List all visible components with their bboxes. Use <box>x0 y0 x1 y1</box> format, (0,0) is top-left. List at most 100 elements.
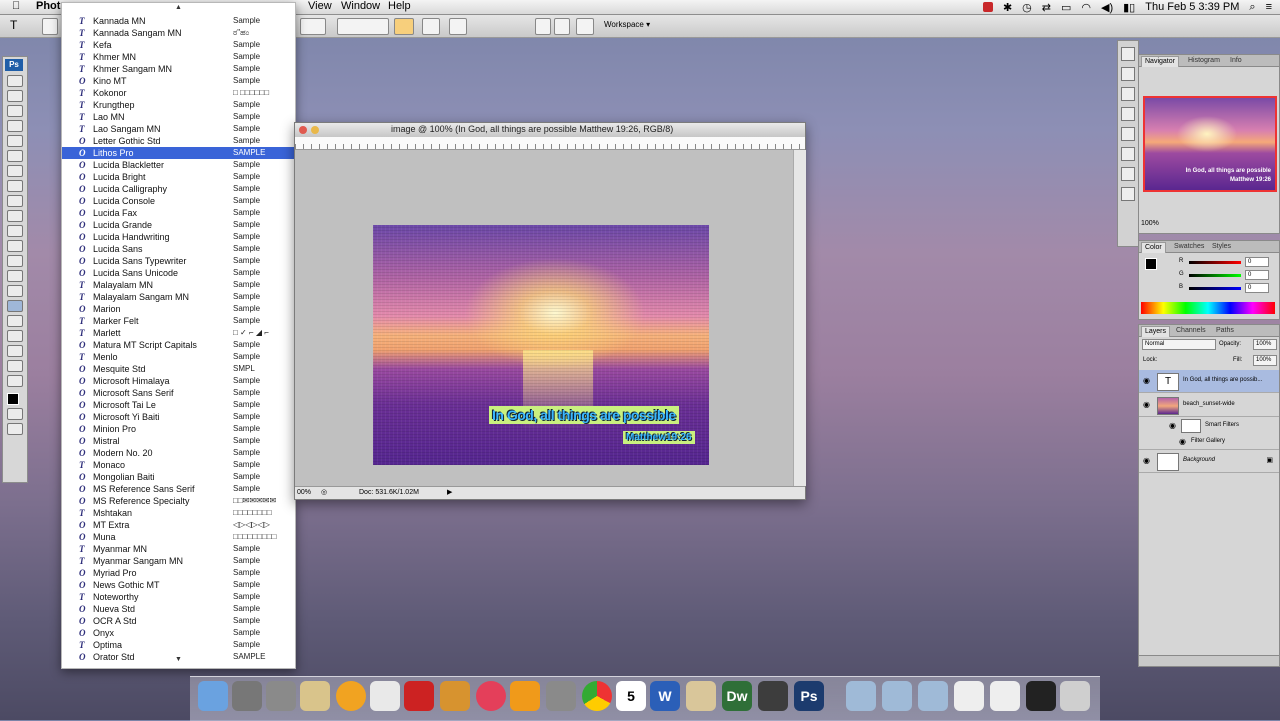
close-button[interactable] <box>299 126 307 134</box>
menu-window[interactable]: Window <box>341 0 380 12</box>
layer-row-text[interactable]: ◉ T In God, all things are possib... <box>1139 370 1279 393</box>
list-icon[interactable]: ≡ <box>1266 1 1272 13</box>
font-menu-item[interactable]: T Kannada MN Sample <box>62 15 295 27</box>
brushes-panel-icon[interactable] <box>1121 47 1135 61</box>
notes-icon[interactable] <box>404 681 434 711</box>
itunes-icon[interactable] <box>476 681 506 711</box>
font-menu-item[interactable]: T Kefa Sample <box>62 39 295 51</box>
minimize-button[interactable] <box>311 126 319 134</box>
font-menu-item[interactable]: O Muna □□□□□□□□□ <box>62 531 295 543</box>
tab-layers[interactable]: Layers <box>1141 326 1171 337</box>
channel-r-value[interactable]: 0 <box>1245 257 1269 267</box>
bluetooth-icon[interactable]: ✱ <box>1003 1 1012 14</box>
battery-icon[interactable]: ▮▯ <box>1123 1 1135 14</box>
font-menu-item[interactable]: T Myanmar Sangam MN Sample <box>62 555 295 567</box>
document-stack-2-icon[interactable] <box>990 681 1020 711</box>
paragraph-panel-icon[interactable] <box>1121 167 1135 181</box>
font-menu-item[interactable]: O Lucida Sans Sample <box>62 243 295 255</box>
font-menu-item[interactable]: O Matura MT Script Capitals Sample <box>62 339 295 351</box>
font-menu-item[interactable]: T Khmer Sangam MN Sample <box>62 63 295 75</box>
tab-info[interactable]: Info <box>1227 56 1245 66</box>
tab-styles[interactable]: Styles <box>1209 242 1234 252</box>
font-menu-item[interactable]: O Lucida Sans Typewriter Sample <box>62 255 295 267</box>
visibility-eye-icon[interactable]: ◉ <box>1143 400 1150 409</box>
notes-panel-icon[interactable] <box>1121 187 1135 201</box>
crop-tool-icon[interactable] <box>7 135 23 147</box>
font-menu-item[interactable]: O Myriad Pro Sample <box>62 567 295 579</box>
applications-folder-icon[interactable] <box>846 681 876 711</box>
orientation-toggle[interactable] <box>42 18 58 35</box>
text-color-swatch[interactable] <box>394 18 414 35</box>
font-menu-item[interactable]: T Mshtakan □□□□□□□□ <box>62 507 295 519</box>
font-menu-item[interactable]: O Microsoft Tai Le Sample <box>62 399 295 411</box>
chrome-icon[interactable] <box>582 681 612 711</box>
font-menu-item[interactable]: O Microsoft Sans Serif Sample <box>62 387 295 399</box>
layer-row-image[interactable]: ◉ beach_sunset-wide <box>1139 394 1279 417</box>
font-menu-item[interactable]: T Malayalam MN Sample <box>62 279 295 291</box>
address-book-icon[interactable] <box>300 681 330 711</box>
opacity-field[interactable]: 100% <box>1253 339 1277 350</box>
word-icon[interactable]: W <box>650 681 680 711</box>
filter-gallery-label[interactable]: Filter Gallery <box>1191 438 1225 444</box>
3d-tool-icon[interactable] <box>7 345 23 357</box>
brush-tool-icon[interactable] <box>7 180 23 192</box>
palettes-button[interactable] <box>449 18 467 35</box>
font-menu-item[interactable]: O Lucida Bright Sample <box>62 171 295 183</box>
photoshop-icon[interactable]: Ps <box>794 681 824 711</box>
trash-icon[interactable] <box>1060 681 1090 711</box>
font-menu-item[interactable]: T Myanmar MN Sample <box>62 543 295 555</box>
font-menu-item[interactable]: O OCR A Std Sample <box>62 615 295 627</box>
pen-tool-icon[interactable] <box>7 285 23 297</box>
font-menu-item[interactable]: O Lucida Fax Sample <box>62 207 295 219</box>
type-tool-icon[interactable] <box>7 300 23 312</box>
tool-presets-icon[interactable] <box>1121 87 1135 101</box>
font-menu-item[interactable]: T Noteworthy Sample <box>62 591 295 603</box>
vertical-scrollbar[interactable] <box>793 150 806 486</box>
channel-r-slider[interactable] <box>1189 261 1241 264</box>
status-icon[interactable]: ◎ <box>321 487 327 499</box>
font-menu-item[interactable]: T Marker Felt Sample <box>62 315 295 327</box>
visibility-eye-icon[interactable]: ◉ <box>1179 437 1186 446</box>
quick-select-tool-icon[interactable] <box>7 120 23 132</box>
font-menu-item[interactable]: T Lao Sangam MN Sample <box>62 123 295 135</box>
color-spectrum[interactable] <box>1141 302 1275 314</box>
clone-source-panel-icon[interactable] <box>1121 67 1135 81</box>
font-menu-item[interactable]: O Lucida Calligraphy Sample <box>62 183 295 195</box>
filter-gallery-row[interactable]: ◉ Filter Gallery <box>1139 435 1279 450</box>
volume-icon[interactable]: ◀) <box>1101 1 1113 14</box>
font-menu-item[interactable]: O MS Reference Specialty □□✉✉✉✉✉ <box>62 495 295 507</box>
document-titlebar[interactable]: image @ 100% (In God, all things are pos… <box>295 123 805 138</box>
font-menu-item[interactable]: O Mistral Sample <box>62 435 295 447</box>
path-select-tool-icon[interactable] <box>7 315 23 327</box>
channel-b-slider[interactable] <box>1189 287 1241 290</box>
font-menu-item[interactable]: O Kino MT Sample <box>62 75 295 87</box>
font-menu-item[interactable]: O Onyx Sample <box>62 627 295 639</box>
layer-name[interactable]: Background <box>1183 457 1215 463</box>
caption-line-2[interactable]: Matthew19:26 <box>623 431 695 444</box>
display-stack-icon[interactable] <box>1026 681 1056 711</box>
record-icon[interactable] <box>982 2 993 12</box>
documents-folder-icon[interactable] <box>882 681 912 711</box>
blur-tool-icon[interactable] <box>7 255 23 267</box>
font-menu-item[interactable]: O Modern No. 20 Sample <box>62 447 295 459</box>
font-menu-item[interactable]: O Microsoft Yi Baiti Sample <box>62 411 295 423</box>
font-menu-item[interactable]: O MT Extra ◁▷◁▷◁▷ <box>62 519 295 531</box>
visibility-eye-icon[interactable]: ◉ <box>1143 376 1150 385</box>
calendar-icon[interactable]: 5 <box>616 681 646 711</box>
font-menu-item[interactable]: T Lao MN Sample <box>62 111 295 123</box>
spotlight-icon[interactable]: ⌕ <box>1249 1 1255 14</box>
document-stack-icon[interactable] <box>954 681 984 711</box>
font-menu-item[interactable]: T Malayalam Sangam MN Sample <box>62 291 295 303</box>
foreground-color-swatch[interactable] <box>7 393 19 405</box>
font-menu-item[interactable]: O Mesquite Std SMPL <box>62 363 295 375</box>
warp-text-button[interactable] <box>422 18 440 35</box>
opera-icon[interactable] <box>336 681 366 711</box>
preview-icon[interactable] <box>686 681 716 711</box>
menu-view[interactable]: View <box>308 0 332 12</box>
dreamweaver-icon[interactable]: Dw <box>722 681 752 711</box>
marquee-tool-icon[interactable] <box>7 90 23 102</box>
textedit-icon[interactable] <box>370 681 400 711</box>
scroll-down-arrow-icon[interactable]: ▼ <box>62 656 295 663</box>
navigator-thumbnail[interactable]: In God, all things are possible Matthew … <box>1143 96 1277 192</box>
align-buttons[interactable] <box>337 18 389 35</box>
